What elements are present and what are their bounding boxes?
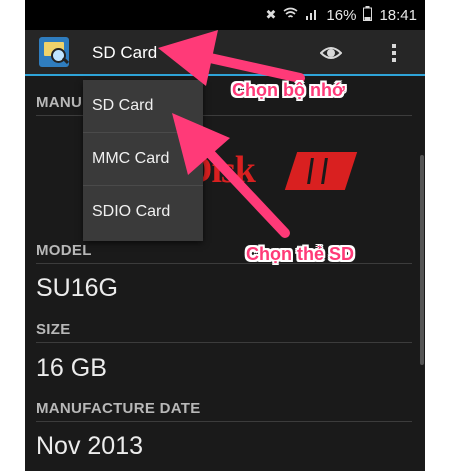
size-value: 16 GB — [36, 354, 107, 382]
scrollbar[interactable] — [420, 155, 424, 365]
eye-icon[interactable] — [320, 43, 342, 63]
card-type-dropdown: SD Card MMC Card SDIO Card — [83, 80, 203, 241]
signal-icon — [305, 7, 319, 23]
divider — [36, 421, 412, 422]
annotation-choose-memory: Chọn bộ nhớ — [232, 80, 345, 100]
status-bar: ✖ 16% 18:41 — [25, 0, 425, 30]
divider — [36, 342, 412, 343]
manufacture-date-label: MANUFACTURE DATE — [36, 400, 201, 417]
model-value: SU16G — [36, 274, 118, 302]
wifi-icon — [283, 7, 298, 23]
app-icon[interactable] — [39, 37, 70, 67]
phone-screen: ✖ 16% 18:41 SD Card MANUFACTURER Disk MO — [25, 0, 425, 471]
action-bar: SD Card — [25, 30, 425, 76]
manufacture-date-value: Nov 2013 — [36, 432, 144, 460]
manufacturer-logo: Disk — [185, 148, 360, 194]
size-label: SIZE — [36, 321, 71, 338]
divider — [36, 263, 412, 264]
battery-percent: 16% — [326, 6, 357, 24]
logo-mark — [284, 152, 358, 190]
dropdown-item-sd-card[interactable]: SD Card — [83, 80, 203, 133]
clock: 18:41 — [379, 6, 417, 24]
mute-icon: ✖ — [265, 7, 277, 22]
card-type-spinner[interactable]: SD Card — [92, 43, 157, 63]
battery-icon — [363, 6, 373, 24]
dropdown-item-sdio-card[interactable]: SDIO Card — [83, 186, 203, 239]
dropdown-item-mmc-card[interactable]: MMC Card — [83, 133, 203, 186]
model-label: MODEL — [36, 242, 92, 259]
overflow-menu-icon[interactable] — [391, 42, 397, 64]
annotation-choose-sd-card: Chọn thẻ SD — [246, 244, 354, 264]
